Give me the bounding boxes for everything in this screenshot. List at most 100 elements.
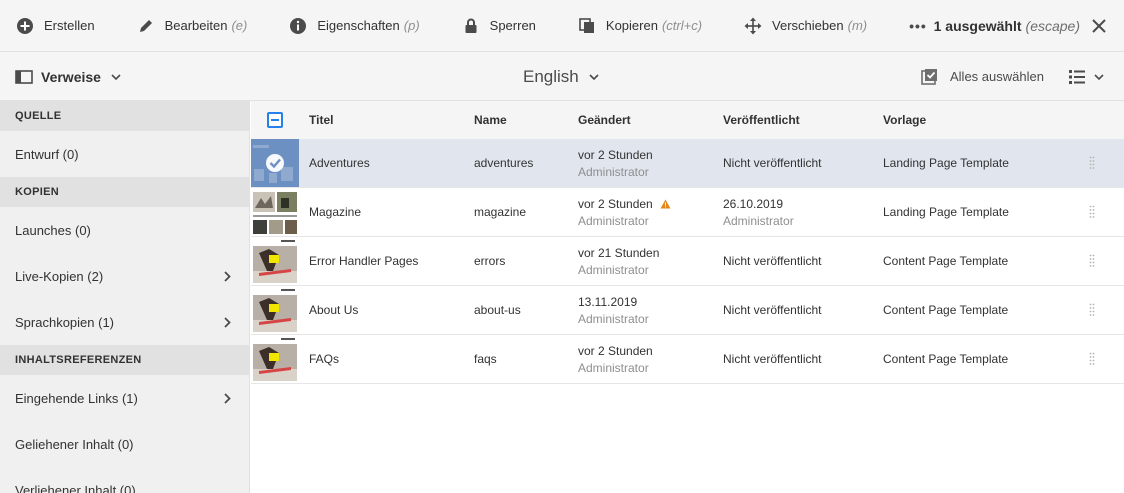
create-button[interactable]: Erstellen (0, 0, 95, 52)
move-arrows-icon (744, 17, 762, 35)
drag-handle-icon[interactable] (1089, 205, 1095, 219)
column-header-title[interactable]: Titel (309, 113, 333, 127)
rail-item-incoming-links[interactable]: Eingehende Links (1) (0, 375, 249, 421)
properties-button[interactable]: Eigenschaften (p) (247, 0, 420, 52)
warning-icon (660, 199, 671, 208)
row-published: 26.10.2019 Administrator (723, 197, 794, 228)
move-shortcut: (m) (847, 18, 868, 33)
row-name: errors (474, 254, 506, 268)
header-select-checkbox[interactable] (267, 112, 283, 128)
rail-item-label: Entwurf (0) (15, 146, 79, 162)
move-button[interactable]: Verschieben (m) (702, 0, 867, 52)
row-thumbnail[interactable] (251, 188, 299, 236)
select-all-checkbox-icon (921, 69, 937, 85)
table-row[interactable]: Error Handler Pages errors vor 21 Stunde… (251, 237, 1124, 286)
chevron-right-icon (224, 270, 231, 282)
page-thumbnail-image (251, 335, 299, 383)
copy-shortcut: (ctrl+c) (661, 18, 703, 33)
lock-icon (462, 17, 480, 35)
chevron-down-icon (589, 73, 599, 80)
row-modified: vor 21 Stunden Administrator (578, 246, 659, 277)
drag-handle-icon[interactable] (1089, 254, 1095, 268)
rail-item-draft[interactable]: Entwurf (0) (0, 131, 249, 177)
row-name: magazine (474, 205, 527, 219)
select-all-button[interactable]: Alles auswählen (921, 52, 1044, 101)
row-modified: vor 2 Stunden Administrator (578, 344, 653, 375)
row-modified: vor 2 Stunden Administrator (578, 197, 671, 228)
chevron-right-icon (224, 316, 231, 328)
rail-item-label: Verliehener Inhalt (0) (15, 482, 136, 493)
page-thumbnail-image (251, 237, 299, 285)
lock-button[interactable]: Sperren (420, 0, 536, 52)
row-modified-by: Administrator (578, 213, 649, 228)
rail-item-label: Launches (0) (15, 222, 91, 238)
row-published: Nicht veröffentlicht (723, 156, 822, 170)
rail-item-label: Geliehener Inhalt (0) (15, 436, 134, 452)
rail-label: Verweise (41, 68, 101, 85)
list-view-icon (1069, 69, 1085, 84)
rail-item-label: Live-Kopien (2) (15, 268, 104, 284)
chevron-down-icon (1094, 73, 1104, 80)
copy-button[interactable]: Kopieren (ctrl+c) (536, 0, 702, 52)
table-row[interactable]: Magazine magazine vor 2 Stunden Administ… (251, 188, 1124, 237)
rail-item-lent-content[interactable]: Verliehener Inhalt (0) (0, 467, 249, 493)
edit-shortcut: (e) (231, 18, 248, 33)
more-actions-button[interactable]: ••• (867, 0, 927, 52)
table-row[interactable]: FAQs faqs vor 2 Stunden Administrator Ni… (251, 335, 1124, 384)
rail-item-borrowed-content[interactable]: Geliehener Inhalt (0) (0, 421, 249, 467)
row-title: FAQs (309, 352, 340, 366)
row-template: Landing Page Template (883, 156, 1009, 170)
page-thumbnail-image (251, 188, 299, 236)
row-name: faqs (474, 352, 497, 366)
row-published: Nicht veröffentlicht (723, 254, 822, 268)
pages-table: Titel Name Geändert Veröffentlicht Vorla… (251, 101, 1124, 384)
edit-label: Bearbeiten (164, 18, 228, 33)
row-name: about-us (474, 303, 521, 317)
rail-item-language-copies[interactable]: Sprachkopien (1) (0, 299, 249, 345)
select-all-label: Alles auswählen (950, 69, 1044, 84)
more-icon: ••• (909, 17, 927, 34)
drag-handle-icon[interactable] (1089, 156, 1095, 170)
row-modified-by: Administrator (578, 262, 649, 277)
column-header-name[interactable]: Name (474, 113, 507, 127)
rail-toggle-button[interactable]: Verweise (15, 52, 121, 101)
row-published: Nicht veröffentlicht (723, 303, 822, 317)
drag-handle-icon[interactable] (1089, 352, 1095, 366)
references-rail: QUELLE Entwurf (0) KOPIEN Launches (0) L… (0, 101, 250, 493)
copy-icon (578, 17, 596, 35)
row-modified-by: Administrator (578, 360, 649, 375)
row-modified: 13.11.2019 Administrator (578, 295, 649, 326)
language-selector[interactable]: English (523, 52, 599, 101)
rail-item-label: Eingehende Links (1) (15, 390, 138, 406)
rail-item-launches[interactable]: Launches (0) (0, 207, 249, 253)
column-header-template[interactable]: Vorlage (883, 113, 926, 127)
table-header: Titel Name Geändert Veröffentlicht Vorla… (251, 101, 1124, 139)
column-header-published[interactable]: Veröffentlicht (723, 113, 800, 127)
row-thumbnail[interactable] (251, 335, 299, 383)
rail-panel-icon (15, 69, 33, 84)
row-modified-time-text: vor 2 Stunden (578, 196, 653, 211)
create-label: Erstellen (44, 18, 95, 33)
row-template: Landing Page Template (883, 205, 1009, 219)
properties-label: Eigenschaften (317, 18, 400, 33)
language-label: English (523, 66, 579, 86)
rail-item-live-copies[interactable]: Live-Kopien (2) (0, 253, 249, 299)
row-thumbnail[interactable] (251, 139, 299, 187)
table-row[interactable]: Adventures adventures vor 2 Stunden Admi… (251, 139, 1124, 188)
row-title: Adventures (309, 156, 370, 170)
chevron-right-icon (224, 392, 231, 404)
table-row[interactable]: About Us about-us 13.11.2019 Administrat… (251, 286, 1124, 335)
close-selection-button[interactable] (1090, 17, 1108, 35)
row-published-by: Administrator (723, 213, 794, 228)
row-name: adventures (474, 156, 534, 170)
row-template: Content Page Template (883, 303, 1009, 317)
edit-button[interactable]: Bearbeiten (e) (95, 0, 248, 52)
selection-count: 1 ausgewählt (escape) (934, 0, 1080, 52)
view-switcher[interactable] (1068, 52, 1104, 101)
row-thumbnail[interactable] (251, 286, 299, 334)
row-modified-by: Administrator (578, 311, 649, 326)
row-published: Nicht veröffentlicht (723, 352, 822, 366)
column-header-modified[interactable]: Geändert (578, 113, 631, 127)
drag-handle-icon[interactable] (1089, 303, 1095, 317)
row-thumbnail[interactable] (251, 237, 299, 285)
